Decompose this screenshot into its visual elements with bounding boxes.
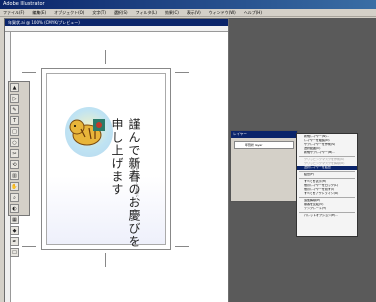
toolbox-panel: ▲ ▷ ✎ T □ ○ ✂ ⟲ ▥ ✋ ⌕ ◐ ▦ ◆ ✒ ☐ — [8, 81, 30, 257]
crop-mark — [175, 72, 189, 73]
tool-button[interactable]: T — [10, 116, 19, 125]
menu-item[interactable]: ヘルプ(H) — [244, 10, 262, 16]
tool-button[interactable]: ☐ — [10, 248, 19, 257]
context-menu-item[interactable]: 結合(F) — [297, 173, 357, 177]
menu-item[interactable]: フィルタ(L) — [136, 10, 157, 16]
crop-mark — [175, 246, 189, 247]
tool-button[interactable]: ▥ — [10, 171, 19, 180]
window-title-bar: Adobe Illustrator — [0, 0, 376, 9]
tool-button[interactable]: ✎ — [10, 105, 19, 114]
crop-mark — [105, 50, 106, 64]
layer-row[interactable]: 年賀状 layer — [234, 141, 294, 149]
crop-mark — [105, 253, 106, 267]
menu-item[interactable]: 表示(V) — [187, 10, 201, 16]
tool-button[interactable]: ▷ — [10, 94, 19, 103]
document-title: 年賀状.ai @ 100% (CMYK/プレビュー) — [5, 19, 228, 26]
menu-item[interactable]: 文字(T) — [92, 10, 106, 16]
tool-button[interactable]: ○ — [10, 138, 19, 147]
tool-button[interactable]: ✒ — [10, 237, 19, 246]
tool-button[interactable]: ⟲ — [10, 160, 19, 169]
menu-separator — [299, 171, 355, 172]
crop-mark — [22, 246, 36, 247]
layers-panel: レイヤー 年賀状 layer — [230, 130, 298, 202]
context-menu-item[interactable]: テンプレート(T) — [297, 207, 357, 211]
menu-item[interactable]: 効果(C) — [165, 10, 179, 16]
menu-separator — [299, 156, 355, 157]
menu-item[interactable]: 編集(E) — [32, 10, 46, 16]
crop-mark — [22, 72, 36, 73]
tool-button[interactable]: ✂ — [10, 149, 19, 158]
menu-item[interactable]: ウィンドウ(W) — [209, 10, 236, 16]
context-menu-item[interactable]: すべてをアウトライン(O) — [297, 192, 357, 196]
tool-button[interactable]: □ — [10, 127, 19, 136]
tool-button[interactable]: ◆ — [10, 226, 19, 235]
tiger-illustration — [65, 107, 113, 157]
menu-separator — [299, 178, 355, 179]
context-menu-item[interactable]: 新規サブレイヤー(B)... — [297, 151, 357, 155]
layer-name: 年賀状 layer — [245, 143, 263, 147]
menu-item[interactable]: 選択(S) — [114, 10, 128, 16]
new-year-card[interactable]: 謹んで新春のお慶びを申し上げます 本年もどうぞよろしくお願い申し上げます — [41, 68, 171, 250]
tiger-icon — [69, 119, 105, 146]
layers-panel-title[interactable]: レイヤー — [231, 131, 297, 138]
context-menu-item[interactable]: 選択レイヤーを結合 — [297, 166, 357, 170]
tool-button[interactable]: ◐ — [10, 204, 19, 213]
tool-button[interactable]: ⌕ — [10, 193, 19, 202]
layers-context-menu: 新規レイヤー(N)... レイヤーを複製(D) サブレイヤーを作成(S) 選択範囲(C… — [296, 133, 358, 237]
menu-item[interactable]: ファイル(F) — [3, 10, 24, 16]
menu-item[interactable]: オブジェクト(O) — [54, 10, 84, 16]
menu-bar: ファイル(F) 編集(E) オブジェクト(O) 文字(T) 選択(S) フィルタ(L) 効果… — [0, 9, 376, 17]
card-inner-frame: 謹んで新春のお慶びを申し上げます 本年もどうぞよろしくお願い申し上げます — [46, 73, 166, 248]
tool-button[interactable]: ▲ — [10, 83, 19, 92]
menu-separator — [299, 197, 355, 198]
tool-button[interactable]: ✋ — [10, 182, 19, 191]
greeting-subtext: 本年もどうぞよろしくお願い申し上げます — [131, 158, 139, 197]
tool-button[interactable]: ▦ — [10, 215, 19, 224]
menu-separator — [299, 212, 355, 213]
context-menu-item[interactable]: パレットオプション(E)... — [297, 214, 357, 218]
